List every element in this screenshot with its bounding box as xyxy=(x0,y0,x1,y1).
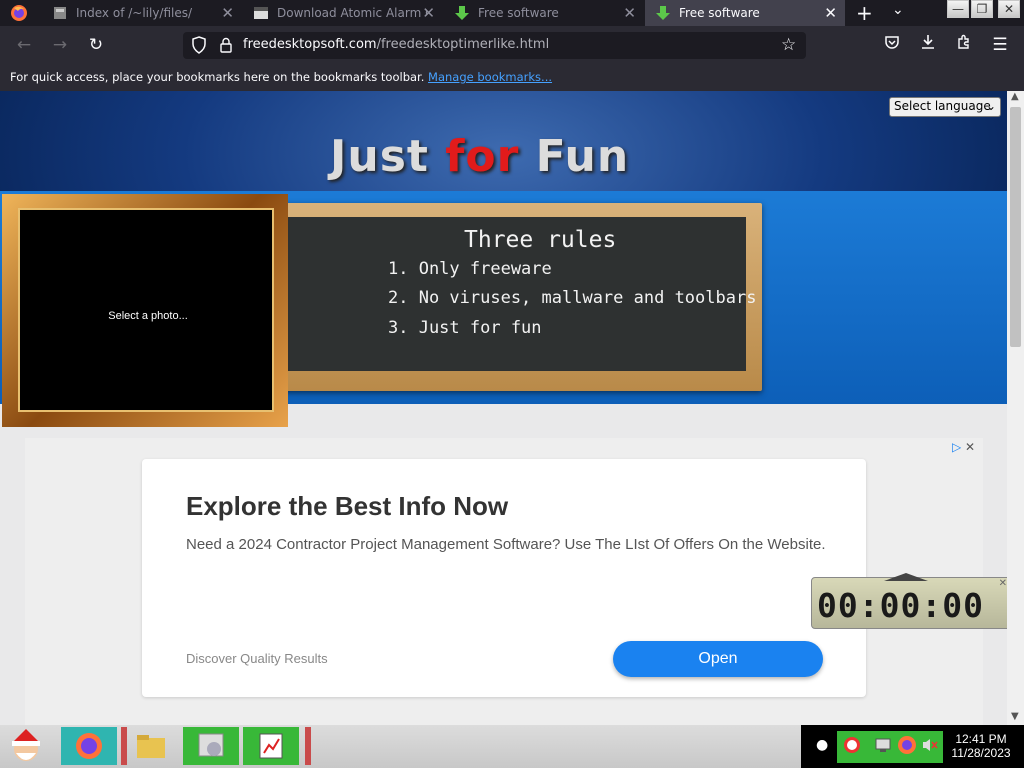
url-text[interactable]: freedesktopsoft.com/freedesktoptimerlike… xyxy=(243,37,549,52)
tab-free-software-active[interactable]: Free software ✕ xyxy=(645,0,845,26)
tab-label: Download Atomic Alarm Clock xyxy=(277,6,427,20)
calendar-icon xyxy=(253,5,269,21)
tray-firefox-icon[interactable] xyxy=(897,735,917,759)
tray-volume-muted-icon[interactable] xyxy=(921,736,939,758)
photo-area[interactable]: Select a photo... xyxy=(18,208,274,412)
start-santa-icon[interactable] xyxy=(0,727,52,765)
server-icon xyxy=(52,5,68,21)
scroll-up-icon[interactable]: ▲ xyxy=(1011,91,1019,102)
taskbar: ● 12:41 PM 11/28/2023 xyxy=(0,725,1024,768)
tab-strip: Index of /~lily/files/ ✕ Download Atomic… xyxy=(0,0,1024,26)
close-icon[interactable]: ✕ xyxy=(221,4,234,22)
forward-arrow-icon[interactable]: → xyxy=(49,34,71,56)
close-icon[interactable]: ✕ xyxy=(422,4,435,22)
extensions-icon[interactable] xyxy=(953,34,975,56)
downloads-icon[interactable] xyxy=(917,34,939,56)
vertical-scrollbar[interactable]: ▲ ▼ xyxy=(1007,91,1024,725)
select-photo-label: Select a photo... xyxy=(108,310,188,322)
clock-date: 11/28/2023 xyxy=(951,746,1011,760)
tray-network-icon[interactable] xyxy=(873,735,893,759)
chalkboard-title: Three rules xyxy=(464,227,617,253)
ad-footer: Discover Quality Results xyxy=(186,651,328,666)
download-arrow-icon xyxy=(655,5,671,21)
address-bar[interactable]: freedesktopsoft.com/freedesktoptimerlike… xyxy=(183,32,806,59)
pocket-icon[interactable] xyxy=(881,34,903,56)
rule-3: 3. Just for fun xyxy=(388,318,542,338)
taskbar-clock[interactable]: 12:41 PM 11/28/2023 xyxy=(941,732,1021,760)
ad-card[interactable]: Explore the Best Info Now Need a 2024 Co… xyxy=(142,459,866,697)
timer-lid-icon xyxy=(884,573,928,581)
tab-label: Index of /~lily/files/ xyxy=(76,6,193,20)
menu-hamburger-icon[interactable]: ☰ xyxy=(989,34,1011,56)
maximize-window-icon[interactable]: ❐ xyxy=(971,0,993,18)
timer-widget[interactable]: 00:00:00 ✕ xyxy=(811,573,1007,629)
url-path: /freedesktoptimerlike.html xyxy=(376,37,550,52)
shield-icon[interactable] xyxy=(191,36,207,58)
manage-bookmarks-link[interactable]: Manage bookmarks... xyxy=(428,70,552,84)
language-select[interactable]: Select language ⌄ xyxy=(889,97,1001,117)
tab-index-files[interactable]: Index of /~lily/files/ ✕ xyxy=(42,0,242,26)
lock-icon[interactable] xyxy=(219,37,233,57)
list-tabs-chevron-icon[interactable]: ⌄ xyxy=(892,2,904,18)
system-tray: ● 12:41 PM 11/28/2023 xyxy=(801,725,1024,768)
minimize-window-icon[interactable]: — xyxy=(947,0,969,18)
adchoices-icon[interactable]: ▷ ✕ xyxy=(952,440,975,454)
clock-time: 12:41 PM xyxy=(955,732,1007,746)
url-domain: freedesktopsoft.com xyxy=(243,37,377,52)
close-icon[interactable]: ✕ xyxy=(623,4,636,22)
tray-dot-icon[interactable]: ● xyxy=(816,737,828,753)
new-tab-plus-icon[interactable]: + xyxy=(856,1,873,25)
tab-label: Free software xyxy=(679,6,760,20)
download-arrow-icon xyxy=(454,5,470,21)
firefox-icon[interactable] xyxy=(10,4,28,22)
ad-body: Need a 2024 Contractor Project Managemen… xyxy=(186,536,826,553)
scroll-down-icon[interactable]: ▼ xyxy=(1011,711,1019,722)
rule-1: 1. Only freeware xyxy=(388,259,552,279)
bookmarks-message: For quick access, place your bookmarks h… xyxy=(10,70,425,84)
photo-frame[interactable]: Select a photo... xyxy=(2,194,288,427)
timer-close-icon[interactable]: ✕ xyxy=(999,578,1007,589)
chevron-down-icon: ⌄ xyxy=(985,99,996,113)
rule-2: 2. No viruses, mallware and toolbars xyxy=(388,288,757,308)
back-arrow-icon[interactable]: ← xyxy=(13,34,35,56)
tab-atomic-alarm[interactable]: Download Atomic Alarm Clock ✕ xyxy=(243,0,443,26)
bookmark-star-icon[interactable]: ☆ xyxy=(781,35,796,55)
taskbar-firefox-icon[interactable] xyxy=(61,727,117,765)
ad-title[interactable]: Explore the Best Info Now xyxy=(186,491,508,522)
ad-close-icon[interactable]: ✕ xyxy=(965,440,975,454)
taskbar-separator xyxy=(121,727,127,765)
tab-label: Free software xyxy=(478,6,559,20)
tab-free-software[interactable]: Free software ✕ xyxy=(444,0,644,26)
taskbar-media-icon[interactable] xyxy=(183,727,239,765)
taskbar-separator xyxy=(305,727,311,765)
tray-alarm-icon[interactable] xyxy=(842,735,862,759)
taskbar-file-manager-icon[interactable] xyxy=(128,727,174,765)
navigation-toolbar: ← → ↻ freedesktopsoft.com/freedesktoptim… xyxy=(0,26,1024,64)
reload-icon[interactable]: ↻ xyxy=(85,34,107,56)
taskbar-chart-app-icon[interactable] xyxy=(243,727,299,765)
close-icon[interactable]: ✕ xyxy=(824,4,837,22)
close-window-icon[interactable]: ✕ xyxy=(998,0,1020,18)
bookmarks-toolbar: For quick access, place your bookmarks h… xyxy=(0,64,1024,91)
timer-display: 00:00:00 xyxy=(817,586,984,625)
site-title: Just for Fun xyxy=(330,131,630,182)
ad-open-button[interactable]: Open xyxy=(613,641,823,677)
scrollbar-thumb[interactable] xyxy=(1010,107,1021,347)
web-page-content: Just for Fun Select language ⌄ Three rule… xyxy=(0,91,1007,725)
